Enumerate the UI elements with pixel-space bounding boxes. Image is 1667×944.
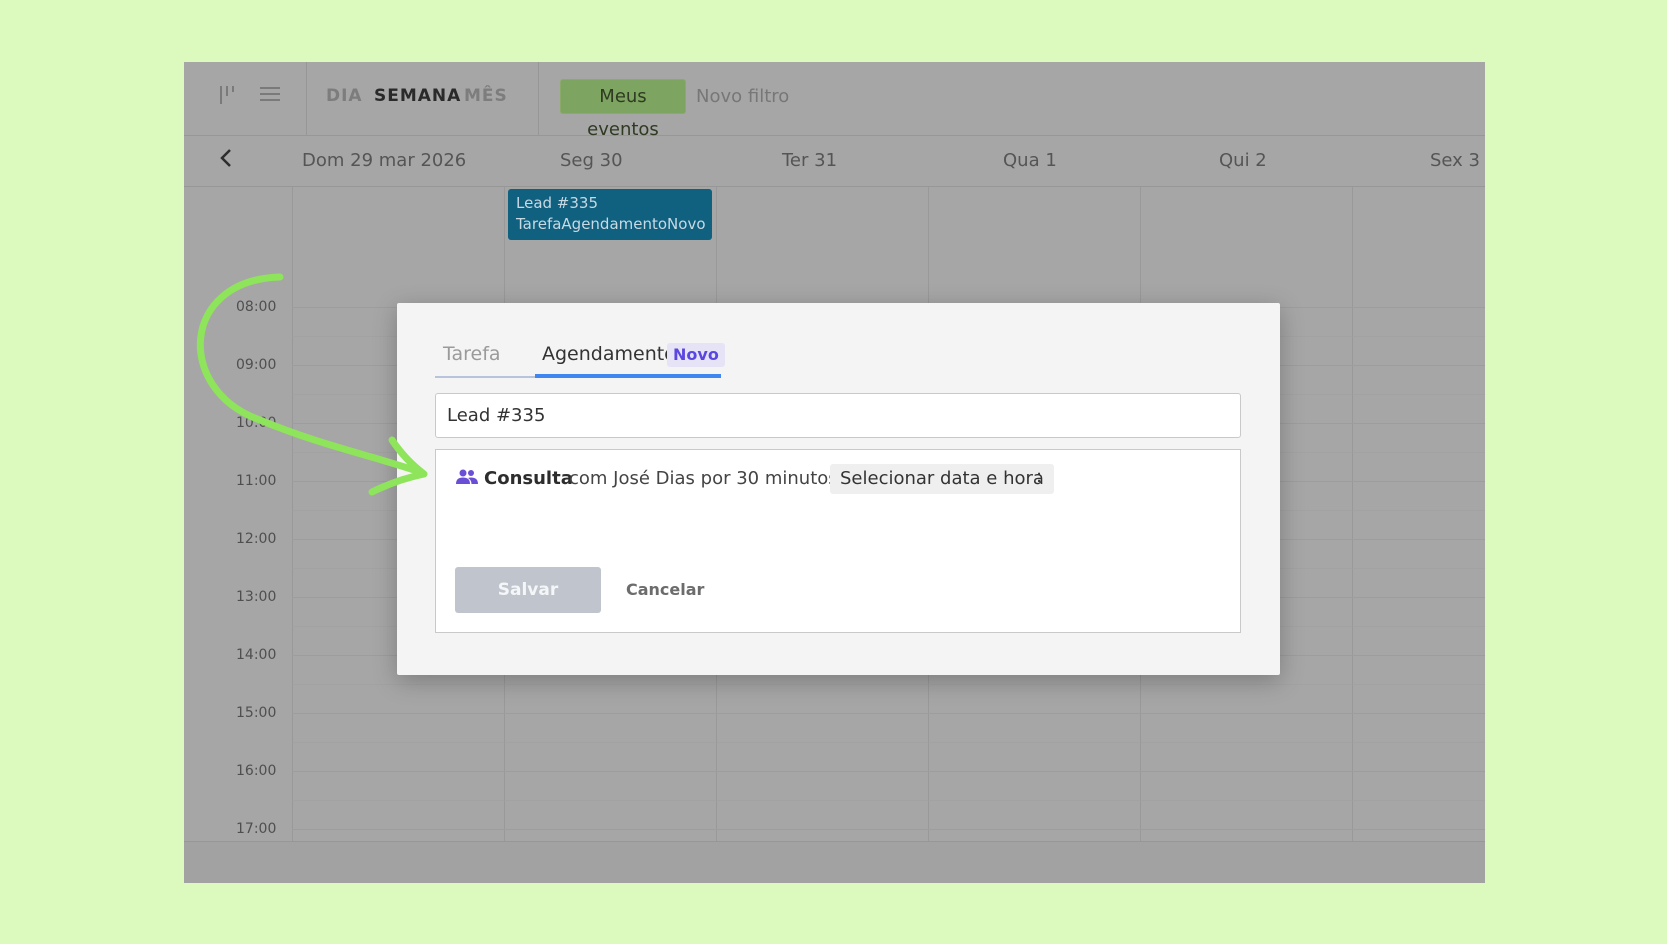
save-button[interactable]: Salvar [455,567,601,613]
menu-icon[interactable] [260,84,280,108]
toolbar-icons [184,62,307,135]
collapse-icon[interactable] [218,84,238,110]
view-week-tab[interactable]: SEMANA [374,86,461,106]
appointment-body: Consulta com José Dias por 30 minutos Se… [435,449,1241,633]
half-hour-line [292,684,1485,685]
event-subtitle: TarefaAgendamentoNovo [516,215,706,233]
calendar-event[interactable]: Lead #335 TarefaAgendamentoNovo [508,189,712,240]
hour-line [292,829,1485,830]
hour-label: 14:00 [236,647,277,663]
cancel-button[interactable]: Cancelar [626,580,704,599]
hour-label: 08:00 [236,299,277,315]
new-badge: Novo [667,343,725,367]
appointment-dialog: Tarefa Agendamento Novo Consulta com Jos… [397,303,1280,675]
hour-label: 12:00 [236,531,277,547]
new-filter-link[interactable]: Novo filtro [696,86,789,107]
hour-line [292,713,1485,714]
day-header-mon[interactable]: Seg 30 [560,150,623,171]
service-name[interactable]: Consulta [484,468,573,489]
tab-tarefa[interactable]: Tarefa [443,343,501,365]
chevron-left-icon[interactable] [218,146,234,174]
calendar-footer [184,841,1485,883]
hour-label: 11:00 [236,473,277,489]
colon-separator: : [1036,466,1043,487]
hour-line [292,771,1485,772]
title-input[interactable] [435,393,1241,438]
appointment-details: com José Dias por 30 minutos [569,468,838,489]
view-month-tab[interactable]: MÊS [464,86,508,106]
half-hour-line [292,742,1485,743]
day-header-fri[interactable]: Sex 3 [1430,150,1480,171]
toolbar: DIA SEMANA MÊS Meus eventos Novo filtro [184,62,1485,140]
hour-label: 15:00 [236,705,277,721]
days-header: Dom 29 mar 2026 Seg 30 Ter 31 Qua 1 Qui … [184,136,1485,187]
view-switcher: DIA SEMANA MÊS [306,62,539,135]
hour-label: 10:00 [236,415,277,431]
hour-label: 09:00 [236,357,277,373]
day-header-wed[interactable]: Qua 1 [1003,150,1057,171]
active-tab-underline [535,374,721,378]
hour-label: 13:00 [236,589,277,605]
half-hour-line [292,800,1485,801]
view-day-tab[interactable]: DIA [326,86,363,106]
day-header-tue[interactable]: Ter 31 [782,150,837,171]
day-header-thu[interactable]: Qui 2 [1219,150,1267,171]
hour-label: 17:00 [236,821,277,837]
people-icon [456,469,478,485]
event-title: Lead #335 [516,194,599,212]
my-events-filter-chip[interactable]: Meus eventos [560,79,686,140]
hour-label: 16:00 [236,763,277,779]
day-header-sun[interactable]: Dom 29 mar 2026 [302,150,466,171]
tab-underline [435,376,535,378]
select-datetime-button[interactable]: Selecionar data e hora [830,464,1054,494]
tab-agendamento[interactable]: Agendamento [542,343,676,365]
